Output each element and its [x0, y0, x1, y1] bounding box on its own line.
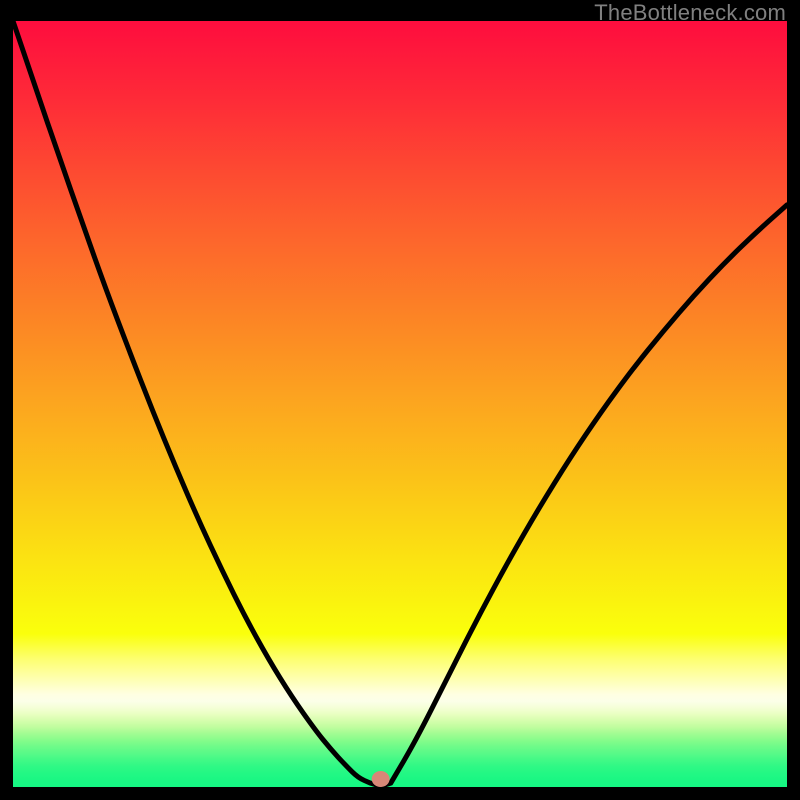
gradient-background: [13, 21, 787, 787]
chart-frame: [13, 21, 787, 787]
watermark-text: TheBottleneck.com: [594, 0, 786, 26]
min-marker: [372, 771, 390, 787]
bottleneck-chart: [13, 21, 787, 787]
